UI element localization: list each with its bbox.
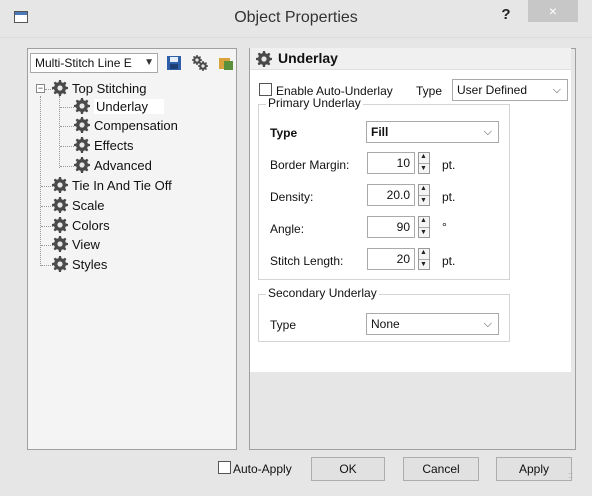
help-button[interactable]: ? xyxy=(496,4,516,26)
save-icon[interactable] xyxy=(166,55,182,71)
panel-title: Underlay xyxy=(278,50,338,66)
tree-item-label: Colors xyxy=(72,218,110,233)
tree-item-scale[interactable]: Scale xyxy=(52,197,105,215)
tree-item-compensation[interactable]: Compensation xyxy=(74,117,178,135)
tree-item-label: Compensation xyxy=(94,118,178,133)
tree-item-label: Top Stitching xyxy=(72,81,147,96)
tree-item-top-stitching[interactable]: Top Stitching xyxy=(52,80,146,98)
panel-header: Underlay xyxy=(250,48,571,70)
gear-icon xyxy=(74,157,90,173)
tree-item-underlay[interactable]: Underlay xyxy=(74,98,165,116)
stitch-length-unit: pt. xyxy=(442,254,456,268)
tree-expander[interactable]: − xyxy=(36,84,45,93)
tree-item-advanced[interactable]: Advanced xyxy=(74,157,152,175)
density-unit: pt. xyxy=(442,190,456,204)
gear-icon xyxy=(52,256,68,272)
stitch-length-spinner[interactable] xyxy=(418,248,430,270)
border-margin-input[interactable]: 10 xyxy=(367,152,415,174)
tree-item-styles[interactable]: Styles xyxy=(52,256,107,274)
chevron-down-icon: ⌵ xyxy=(552,84,561,96)
stitch-length-label: Stitch Length: xyxy=(270,254,344,268)
tree-item-tie-in-and-tie-off[interactable]: Tie In And Tie Off xyxy=(52,177,172,195)
apply-button[interactable]: Apply xyxy=(496,457,572,481)
tree-item-effects[interactable]: Effects xyxy=(74,137,134,155)
angle-label: Angle: xyxy=(270,222,305,236)
density-spinner[interactable] xyxy=(418,184,430,206)
secondary-type-value: None xyxy=(371,317,400,331)
tree-item-label: Advanced xyxy=(94,158,152,173)
border-margin-unit: pt. xyxy=(442,158,456,172)
tree-item-view[interactable]: View xyxy=(52,236,100,254)
tree-item-label: Styles xyxy=(72,257,108,272)
gear-icon xyxy=(52,236,68,252)
gear-icon xyxy=(74,98,90,114)
resize-grip-icon[interactable]: ·· ·· xyxy=(568,470,580,484)
chevron-down-icon: ⌵ xyxy=(483,126,492,138)
density-label: Density: xyxy=(270,190,314,204)
primary-type-value: Fill xyxy=(371,125,389,139)
underlay-type-select[interactable]: User Defined ⌵ xyxy=(452,79,568,101)
secondary-type-label: Type xyxy=(270,318,297,332)
object-properties-window: Object Properties ? × Multi-Stitch Line … xyxy=(0,0,592,496)
tree-item-label: Scale xyxy=(72,198,105,213)
gear-icon xyxy=(74,137,90,153)
stitch-length-input[interactable]: 20 xyxy=(367,248,415,270)
tree-item-label: Effects xyxy=(94,138,134,153)
angle-spinner[interactable] xyxy=(418,216,430,238)
border-margin-spinner[interactable] xyxy=(418,152,430,174)
gear-icon xyxy=(52,197,68,213)
gear-icon xyxy=(74,117,90,133)
secondary-underlay-legend: Secondary Underlay xyxy=(266,286,379,300)
secondary-type-select[interactable]: None ⌵ xyxy=(366,313,499,335)
close-button[interactable]: × xyxy=(528,0,578,22)
settings-icon[interactable] xyxy=(192,55,208,71)
chevron-down-icon: ⌵ xyxy=(483,318,492,330)
object-type-combo[interactable]: Multi-Stitch Line E ▼ xyxy=(30,53,158,73)
gear-icon xyxy=(52,177,68,193)
gear-icon xyxy=(256,51,272,67)
border-margin-label: Border Margin: xyxy=(270,158,350,172)
chevron-down-icon: ▼ xyxy=(144,57,154,68)
title-bar: Object Properties ? × xyxy=(0,0,592,38)
enable-auto-underlay-checkbox[interactable] xyxy=(259,83,272,96)
tree-item-label: Tie In And Tie Off xyxy=(72,178,172,193)
color-icon[interactable] xyxy=(218,55,234,71)
density-input[interactable]: 20.0 xyxy=(367,184,415,206)
object-type-combo-value: Multi-Stitch Line E xyxy=(35,56,132,70)
gear-icon xyxy=(52,80,68,96)
auto-apply-checkbox[interactable] xyxy=(218,461,231,474)
angle-input[interactable]: 90 xyxy=(367,216,415,238)
angle-unit: ° xyxy=(442,220,447,234)
ok-button[interactable]: OK xyxy=(311,457,385,481)
underlay-type-value: User Defined xyxy=(457,83,528,97)
primary-type-label: Type xyxy=(270,126,298,140)
underlay-type-label: Type xyxy=(416,84,443,98)
tree-item-label: Underlay xyxy=(94,99,165,114)
tree-item-colors[interactable]: Colors xyxy=(52,217,110,235)
primary-underlay-legend: Primary Underlay xyxy=(266,96,363,110)
auto-apply-label: Auto-Apply xyxy=(233,462,292,476)
tree-item-label: View xyxy=(72,237,100,252)
gear-icon xyxy=(52,217,68,233)
cancel-button[interactable]: Cancel xyxy=(403,457,479,481)
primary-type-select[interactable]: Fill ⌵ xyxy=(366,121,499,143)
